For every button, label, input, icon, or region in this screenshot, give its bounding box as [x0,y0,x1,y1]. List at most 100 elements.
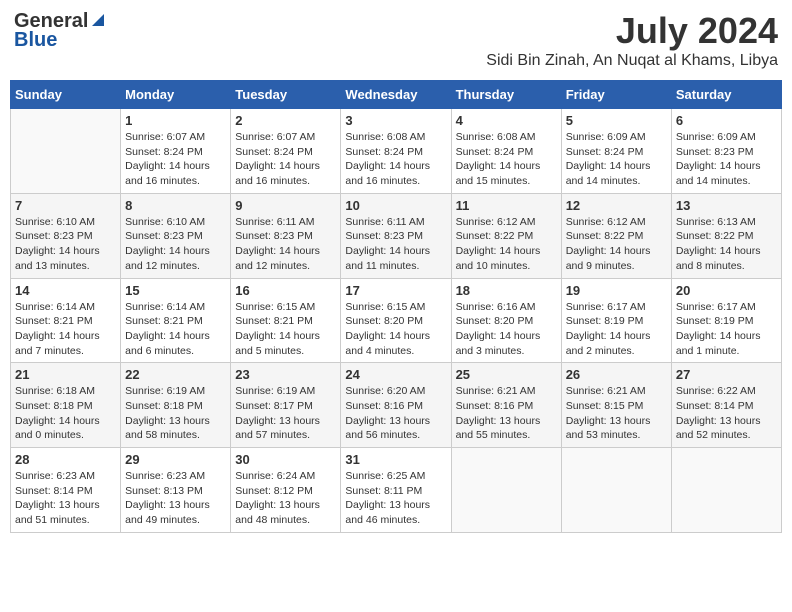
calendar-cell: 3Sunrise: 6:08 AMSunset: 8:24 PMDaylight… [341,109,451,194]
calendar-cell: 17Sunrise: 6:15 AMSunset: 8:20 PMDayligh… [341,278,451,363]
header-day-thursday: Thursday [451,81,561,109]
calendar-week-1: 1Sunrise: 6:07 AMSunset: 8:24 PMDaylight… [11,109,782,194]
day-info: Sunrise: 6:11 AMSunset: 8:23 PMDaylight:… [235,215,336,274]
day-number: 10 [345,198,446,213]
page-header: General Blue July 2024 Sidi Bin Zinah, A… [10,10,782,76]
calendar-cell: 24 Sunrise: 6:20 AMSunset: 8:16 PMDayligh… [341,363,451,448]
day-info: Sunrise: 6:08 AMSunset: 8:24 PMDaylight:… [345,130,446,189]
calendar-week-5: 28 Sunrise: 6:23 AMSunset: 8:14 PMDayligh… [11,448,782,533]
day-info: Sunrise: 6:23 AMSunset: 8:13 PMDaylight:… [125,469,226,528]
calendar-cell: 23Sunrise: 6:19 AMSunset: 8:17 PMDayligh… [231,363,341,448]
day-info: Sunrise: 6:12 AMSunset: 8:22 PMDaylight:… [456,215,557,274]
day-number: 19 [566,283,667,298]
header-day-friday: Friday [561,81,671,109]
day-number: 4 [456,113,557,128]
calendar-cell: 8 Sunrise: 6:10 AMSunset: 8:23 PMDaylight… [121,193,231,278]
day-info: Sunrise: 6:11 AMSunset: 8:23 PMDaylight:… [345,215,446,274]
day-info: Sunrise: 6:13 AMSunset: 8:22 PMDaylight:… [676,215,777,274]
day-number: 21 [15,367,116,382]
day-info: Sunrise: 6:10 AMSunset: 8:23 PMDaylight:… [125,215,226,274]
calendar-body: 1Sunrise: 6:07 AMSunset: 8:24 PMDaylight… [11,109,782,533]
calendar-cell: 15Sunrise: 6:14 AMSunset: 8:21 PMDayligh… [121,278,231,363]
day-number: 16 [235,283,336,298]
day-number: 30 [235,452,336,467]
day-info: Sunrise: 6:15 AMSunset: 8:20 PMDaylight:… [345,300,446,359]
day-info: Sunrise: 6:19 AMSunset: 8:18 PMDaylight:… [125,384,226,443]
calendar-cell: 12 Sunrise: 6:12 AMSunset: 8:22 PMDayligh… [561,193,671,278]
day-number: 22 [125,367,226,382]
calendar-header: SundayMondayTuesdayWednesdayThursdayFrid… [11,81,782,109]
calendar-cell: 29 Sunrise: 6:23 AMSunset: 8:13 PMDayligh… [121,448,231,533]
calendar-cell: 10 Sunrise: 6:11 AMSunset: 8:23 PMDayligh… [341,193,451,278]
day-info: Sunrise: 6:09 AMSunset: 8:23 PMDaylight:… [676,130,777,189]
day-info: Sunrise: 6:18 AMSunset: 8:18 PMDaylight:… [15,384,116,443]
calendar-cell: 14Sunrise: 6:14 AMSunset: 8:21 PMDayligh… [11,278,121,363]
day-number: 28 [15,452,116,467]
title-block: July 2024 Sidi Bin Zinah, An Nuqat al Kh… [486,10,778,76]
calendar-table: SundayMondayTuesdayWednesdayThursdayFrid… [10,80,782,533]
logo: General Blue [14,10,106,52]
header-day-monday: Monday [121,81,231,109]
calendar-cell: 20Sunrise: 6:17 AMSunset: 8:19 PMDayligh… [671,278,781,363]
calendar-cell: 7 Sunrise: 6:10 AMSunset: 8:23 PMDaylight… [11,193,121,278]
logo-arrow [90,12,106,33]
day-info: Sunrise: 6:08 AMSunset: 8:24 PMDaylight:… [456,130,557,189]
calendar-cell: 25 Sunrise: 6:21 AMSunset: 8:16 PMDayligh… [451,363,561,448]
calendar-cell: 11 Sunrise: 6:12 AMSunset: 8:22 PMDayligh… [451,193,561,278]
calendar-cell [671,448,781,533]
day-number: 25 [456,367,557,382]
day-info: Sunrise: 6:10 AMSunset: 8:23 PMDaylight:… [15,215,116,274]
calendar-cell: 26Sunrise: 6:21 AMSunset: 8:15 PMDayligh… [561,363,671,448]
day-number: 18 [456,283,557,298]
day-info: Sunrise: 6:16 AMSunset: 8:20 PMDaylight:… [456,300,557,359]
calendar-cell: 21 Sunrise: 6:18 AMSunset: 8:18 PMDayligh… [11,363,121,448]
calendar-cell: 13 Sunrise: 6:13 AMSunset: 8:22 PMDayligh… [671,193,781,278]
day-info: Sunrise: 6:22 AMSunset: 8:14 PMDaylight:… [676,384,777,443]
calendar-week-2: 7 Sunrise: 6:10 AMSunset: 8:23 PMDaylight… [11,193,782,278]
calendar-cell: 22 Sunrise: 6:19 AMSunset: 8:18 PMDayligh… [121,363,231,448]
day-info: Sunrise: 6:12 AMSunset: 8:22 PMDaylight:… [566,215,667,274]
day-number: 31 [345,452,446,467]
day-info: Sunrise: 6:07 AMSunset: 8:24 PMDaylight:… [125,130,226,189]
day-info: Sunrise: 6:21 AMSunset: 8:15 PMDaylight:… [566,384,667,443]
day-info: Sunrise: 6:24 AMSunset: 8:12 PMDaylight:… [235,469,336,528]
calendar-cell: 2Sunrise: 6:07 AMSunset: 8:24 PMDaylight… [231,109,341,194]
calendar-cell: 16 Sunrise: 6:15 AMSunset: 8:21 PMDayligh… [231,278,341,363]
calendar-cell: 18 Sunrise: 6:16 AMSunset: 8:20 PMDayligh… [451,278,561,363]
day-number: 20 [676,283,777,298]
day-info: Sunrise: 6:09 AMSunset: 8:24 PMDaylight:… [566,130,667,189]
calendar-cell: 27 Sunrise: 6:22 AMSunset: 8:14 PMDayligh… [671,363,781,448]
day-number: 13 [676,198,777,213]
calendar-cell [451,448,561,533]
day-number: 5 [566,113,667,128]
day-number: 11 [456,198,557,213]
location-title: Sidi Bin Zinah, An Nuqat al Khams, Libya [486,52,778,70]
header-day-wednesday: Wednesday [341,81,451,109]
day-number: 7 [15,198,116,213]
day-info: Sunrise: 6:15 AMSunset: 8:21 PMDaylight:… [235,300,336,359]
day-number: 29 [125,452,226,467]
day-info: Sunrise: 6:25 AMSunset: 8:11 PMDaylight:… [345,469,446,528]
day-number: 8 [125,198,226,213]
day-number: 24 [345,367,446,382]
day-number: 27 [676,367,777,382]
header-day-tuesday: Tuesday [231,81,341,109]
calendar-week-4: 21 Sunrise: 6:18 AMSunset: 8:18 PMDayligh… [11,363,782,448]
day-info: Sunrise: 6:14 AMSunset: 8:21 PMDaylight:… [125,300,226,359]
day-info: Sunrise: 6:20 AMSunset: 8:16 PMDaylight:… [345,384,446,443]
header-day-sunday: Sunday [11,81,121,109]
day-info: Sunrise: 6:21 AMSunset: 8:16 PMDaylight:… [456,384,557,443]
day-number: 12 [566,198,667,213]
calendar-cell [11,109,121,194]
calendar-cell: 1Sunrise: 6:07 AMSunset: 8:24 PMDaylight… [121,109,231,194]
day-number: 9 [235,198,336,213]
calendar-cell: 28 Sunrise: 6:23 AMSunset: 8:14 PMDayligh… [11,448,121,533]
calendar-week-3: 14 Sunrise: 6:14 AMSunset: 8:21 PMDayligh… [11,278,782,363]
month-title: July 2024 [486,10,778,52]
logo-blue: Blue [14,29,57,52]
day-info: Sunrise: 6:23 AMSunset: 8:14 PMDaylight:… [15,469,116,528]
day-number: 2 [235,113,336,128]
calendar-cell: 31 Sunrise: 6:25 AMSunset: 8:11 PMDayligh… [341,448,451,533]
day-number: 14 [15,283,116,298]
header-row: SundayMondayTuesdayWednesdayThursdayFrid… [11,81,782,109]
